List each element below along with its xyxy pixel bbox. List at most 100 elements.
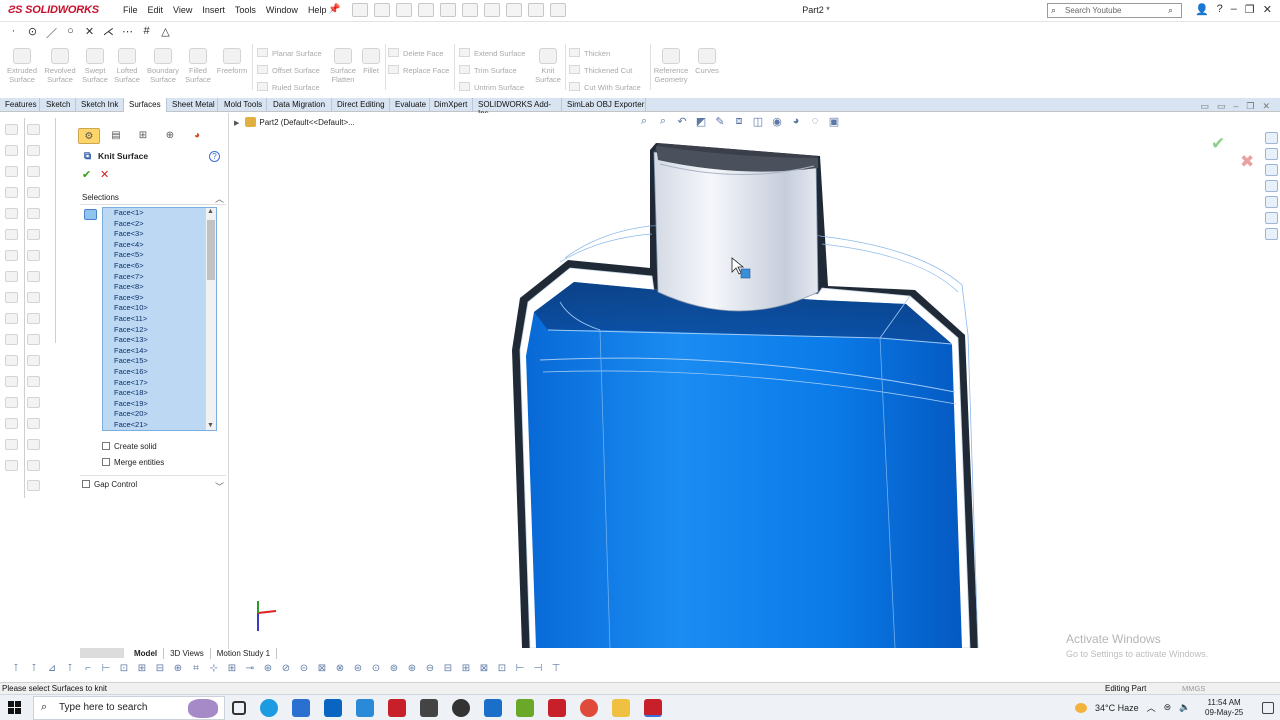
tool-icon[interactable]: [27, 376, 40, 387]
forum-icon[interactable]: [1265, 228, 1278, 240]
tool-icon[interactable]: ⊝: [298, 663, 310, 676]
tool-icon[interactable]: ⊗: [334, 663, 346, 676]
options-gear-icon[interactable]: [550, 3, 566, 17]
face-list-item[interactable]: Face<1>: [103, 208, 216, 219]
face-list-item[interactable]: Face<13>: [103, 335, 216, 346]
tool-icon[interactable]: ⌐: [82, 663, 94, 676]
face-list-item[interactable]: Face<20>: [103, 409, 216, 420]
section-view-icon[interactable]: ◩: [694, 115, 708, 128]
tool-icon[interactable]: [5, 355, 18, 366]
triangle-icon[interactable]: △: [158, 25, 173, 39]
notification-icon[interactable]: [1262, 702, 1274, 714]
tool-icon[interactable]: ⊟: [442, 663, 454, 676]
tab-mold-tools[interactable]: Mold Tools: [218, 98, 267, 112]
tool-icon[interactable]: [27, 208, 40, 219]
cut-with-surface-button[interactable]: Cut With Surface: [569, 82, 641, 92]
tool-icon[interactable]: ⊺: [64, 663, 76, 676]
tool-icon[interactable]: [27, 124, 40, 135]
trim-surface-button[interactable]: Trim Surface: [459, 65, 517, 75]
new-document-icon[interactable]: [374, 3, 390, 17]
solidworks-active-icon[interactable]: [644, 699, 662, 717]
curves-button[interactable]: Curves: [692, 48, 722, 75]
solidworks-logo[interactable]: ƧS SOLIDWORKS: [8, 4, 99, 16]
tab-sketch[interactable]: Sketch: [40, 98, 76, 112]
doc-close-button[interactable]: ✕: [1262, 101, 1270, 112]
apply-scene-icon[interactable]: ◌: [808, 115, 822, 128]
dimxpert-tab-icon[interactable]: ⊕: [159, 128, 181, 144]
face-list-item[interactable]: Face<3>: [103, 229, 216, 240]
xmind-icon[interactable]: [420, 699, 438, 717]
solidworks-2023-icon[interactable]: [388, 699, 406, 717]
previous-view-icon[interactable]: ↶: [675, 115, 689, 128]
tool-icon[interactable]: ⊛: [406, 663, 418, 676]
offset-surface-button[interactable]: Offset Surface: [257, 65, 320, 75]
tool-icon[interactable]: [5, 250, 18, 261]
chatgpt-icon[interactable]: [452, 699, 470, 717]
tool-icon[interactable]: [27, 313, 40, 324]
tab-direct-editing[interactable]: Direct Editing: [332, 98, 390, 112]
help-icon[interactable]: ?: [1217, 3, 1223, 16]
face-list-item[interactable]: Face<11>: [103, 314, 216, 325]
face-list-item[interactable]: Face<2>: [103, 219, 216, 230]
centerpoint-circle-icon[interactable]: ⊙: [25, 25, 40, 39]
tool-icon[interactable]: [5, 439, 18, 450]
home-icon[interactable]: [352, 3, 368, 17]
view-orientation-icon[interactable]: ⧈: [732, 115, 746, 128]
calculator-icon[interactable]: [484, 699, 502, 717]
tool-icon[interactable]: ⊺: [10, 663, 22, 676]
doc-cascade-icon[interactable]: ▭: [1217, 101, 1226, 112]
tool-icon[interactable]: [5, 460, 18, 471]
face-list-item[interactable]: Face<15>: [103, 356, 216, 367]
knit-surface-button[interactable]: Knit Surface: [533, 48, 563, 84]
relation-icon[interactable]: ⋯: [120, 25, 135, 39]
tool-icon[interactable]: ⊞: [136, 663, 148, 676]
tool-icon[interactable]: [27, 166, 40, 177]
ok-button[interactable]: ✔: [82, 168, 91, 181]
tool-icon[interactable]: [27, 480, 40, 491]
tool-icon[interactable]: ⊢: [100, 663, 112, 676]
appearance-tab-icon[interactable]: ◕: [186, 128, 208, 144]
tool-icon[interactable]: [27, 271, 40, 282]
tool-icon[interactable]: [27, 397, 40, 408]
menu-view[interactable]: View: [168, 5, 197, 15]
point-icon[interactable]: ·: [6, 25, 21, 39]
surface-flatten-button[interactable]: Surface Flatten: [327, 48, 359, 84]
volume-icon[interactable]: 🔈: [1179, 702, 1190, 713]
face-list-item[interactable]: Face<10>: [103, 303, 216, 314]
tool-icon[interactable]: ⊕: [172, 663, 184, 676]
open-icon[interactable]: [396, 3, 412, 17]
pin-icon[interactable]: 📌: [328, 4, 340, 15]
chrome-icon[interactable]: [580, 699, 598, 717]
tool-icon[interactable]: [5, 313, 18, 324]
face-list-item[interactable]: Face<21>: [103, 420, 216, 430]
tool-icon[interactable]: [5, 376, 18, 387]
tab-features[interactable]: Features: [0, 98, 40, 112]
face-list-item[interactable]: Face<12>: [103, 325, 216, 336]
face-list-item[interactable]: Face<5>: [103, 250, 216, 261]
tab-sheet-metal[interactable]: Sheet Metal: [167, 98, 218, 112]
confirm-cancel-icon[interactable]: ✖: [1240, 152, 1254, 172]
doc-restore-button[interactable]: ❐: [1246, 101, 1254, 112]
expand-arrow-icon[interactable]: ▶: [234, 120, 239, 127]
appearances-icon[interactable]: [1265, 196, 1278, 208]
tab-model[interactable]: Model: [128, 648, 165, 659]
tool-icon[interactable]: [5, 166, 18, 177]
scroll-thumb[interactable]: [207, 220, 215, 280]
bottle-model[interactable]: [231, 113, 1280, 648]
select-icon[interactable]: [484, 3, 500, 17]
tool-icon[interactable]: [27, 145, 40, 156]
fillet-button[interactable]: Fillet: [360, 48, 382, 75]
face-list-item[interactable]: Face<6>: [103, 261, 216, 272]
tool-icon[interactable]: [27, 334, 40, 345]
reference-geometry-button[interactable]: Reference Geometry: [652, 48, 690, 84]
face-list-item[interactable]: Face<18>: [103, 388, 216, 399]
tray-overflow-icon[interactable]: ︿: [1147, 701, 1156, 714]
tool-icon[interactable]: [5, 292, 18, 303]
clock[interactable]: 11:54 AM 09-May-25: [1205, 698, 1243, 718]
extend-surface-button[interactable]: Extend Surface: [459, 48, 525, 58]
hide-show-icon[interactable]: ◉: [770, 115, 784, 128]
gap-control-checkbox[interactable]: Gap Control: [82, 480, 137, 489]
tab-surfaces[interactable]: Surfaces: [124, 98, 167, 112]
trim-x-icon[interactable]: ✕: [82, 25, 97, 39]
save-icon[interactable]: [418, 3, 434, 17]
